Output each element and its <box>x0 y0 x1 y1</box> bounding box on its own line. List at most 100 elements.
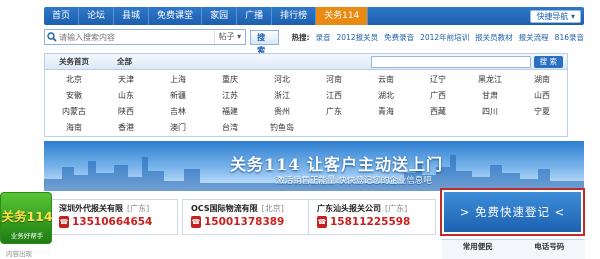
city-link[interactable]: 河北 <box>256 73 308 87</box>
company-location: [广东] <box>385 204 408 213</box>
phone-icon: ☎ <box>191 216 201 228</box>
badge-subtitle: 业务好帮手 <box>10 232 44 240</box>
city-link[interactable]: 西藏 <box>412 105 464 119</box>
city-search-button[interactable]: 搜 索 <box>533 55 563 68</box>
city-panel-bar: 关务首页 全部 搜 索 <box>45 54 567 70</box>
tab-guanwu-home[interactable]: 关务首页 <box>45 56 103 67</box>
city-link[interactable]: 云南 <box>360 73 412 87</box>
company-card[interactable]: 广东汕头报关公司 [广东] ☎ 15811225598 <box>308 199 436 235</box>
company-name-text: OCS国际物流有限 <box>191 204 258 213</box>
search-row: 帖子 ▾ 搜索 热搜: 录音 2012报关员 免费录音 2012年前培训 报关员… <box>44 27 584 55</box>
city-link[interactable]: 河南 <box>308 73 360 87</box>
city-link[interactable]: 安徽 <box>48 89 100 103</box>
city-link[interactable]: 福建 <box>204 105 256 119</box>
phone-number: 13510664654 <box>72 216 153 228</box>
col-phone: 电话号码 <box>534 242 565 251</box>
city-link[interactable]: 广东 <box>308 105 360 119</box>
city-link[interactable]: 湖南 <box>516 73 568 87</box>
city-link[interactable]: 新疆 <box>152 89 204 103</box>
search-button[interactable]: 搜索 <box>250 29 280 55</box>
company-name-text: 深圳外代报关有限 <box>59 204 123 213</box>
phone-icon: ☎ <box>317 216 327 228</box>
city-link[interactable]: 湖北 <box>360 89 412 103</box>
search-icon <box>45 30 59 44</box>
hot-word[interactable]: 报关流程 <box>519 32 549 43</box>
city-link[interactable]: 四川 <box>464 105 516 119</box>
register-highlight: > 免费快速登记 < <box>440 188 585 236</box>
company-location: [广东] <box>127 204 150 213</box>
city-link[interactable]: 上海 <box>152 73 204 87</box>
promo-banner[interactable]: 关务114 让客户主动送上门 激活销售正能量 快快登记您的企业信息吧 <box>44 141 584 191</box>
search-type-label: 帖子 <box>218 32 235 41</box>
company-name: 广东汕头报关公司 [广东] <box>317 203 407 214</box>
city-link[interactable]: 江苏 <box>204 89 256 103</box>
city-panel: 关务首页 全部 搜 索 北京 天津 上海 重庆 河北 河南 云南 辽宁 黑龙江 湖南 安徽 山东 新疆江… <box>44 53 568 137</box>
nav-home-garden[interactable]: 家园 <box>202 7 238 25</box>
quick-nav-label: 快捷导航 <box>536 11 569 21</box>
city-link[interactable]: 台湾 <box>204 121 256 135</box>
company-phone: ☎ 15001378389 <box>191 216 284 228</box>
city-link[interactable]: 重庆 <box>204 73 256 87</box>
company-name: 深圳外代报关有限 [广东] <box>59 203 149 214</box>
free-register-button[interactable]: > 免费快速登记 < <box>444 192 581 232</box>
city-link[interactable]: 宁夏 <box>516 105 568 119</box>
banner-title: 关务114 让客户主动送上门 <box>230 155 443 174</box>
city-link[interactable]: 海南 <box>48 121 100 135</box>
search-box: 帖子 ▾ <box>44 29 247 45</box>
company-phone: ☎ 15811225598 <box>317 216 410 228</box>
city-link[interactable]: 甘肃 <box>464 89 516 103</box>
hot-words: 热搜: 录音 2012报关员 免费录音 2012年前培训 报关员教材 报关流程 … <box>291 32 584 43</box>
company-card[interactable]: OCS国际物流有限 [北京] ☎ 15001378389 <box>182 199 310 235</box>
company-name: OCS国际物流有限 [北京] <box>191 203 284 214</box>
phone-number: 15811225598 <box>330 216 411 228</box>
service-table-header: 常用便民 电话号码 <box>442 239 585 259</box>
search-input[interactable] <box>59 30 214 44</box>
hot-word[interactable]: 2012报关员 <box>336 32 378 43</box>
city-link[interactable]: 山东 <box>100 89 152 103</box>
city-link[interactable]: 浙江 <box>256 89 308 103</box>
nav-county[interactable]: 县城 <box>114 7 150 25</box>
nav-broadcast[interactable]: 广播 <box>237 7 273 25</box>
company-name-text: 广东汕头报关公司 <box>317 204 381 213</box>
city-link[interactable]: 青海 <box>360 105 412 119</box>
top-nav: 首页 论坛 县城 免费课堂 家园 广播 排行榜 关务114 快捷导航 ▾ <box>44 7 584 25</box>
company-phone: ☎ 13510664654 <box>59 216 152 228</box>
city-link[interactable]: 陕西 <box>100 105 152 119</box>
company-card[interactable]: 深圳外代报关有限 [广东] ☎ 13510664654 <box>50 199 178 235</box>
city-link[interactable]: 贵州 <box>256 105 308 119</box>
city-link[interactable]: 北京 <box>48 73 100 87</box>
phone-icon: ☎ <box>59 216 69 228</box>
guanwu114-badge[interactable]: 关务114 业务好帮手 <box>0 192 53 244</box>
city-link[interactable]: 辽宁 <box>412 73 464 87</box>
quick-nav-button[interactable]: 快捷导航 ▾ <box>530 9 581 23</box>
footer-text: 内容出现 <box>6 250 32 258</box>
city-link[interactable]: 内蒙古 <box>48 105 100 119</box>
nav-home[interactable]: 首页 <box>44 7 80 25</box>
nav-free-class[interactable]: 免费课堂 <box>149 7 203 25</box>
hot-word[interactable]: 816录音 <box>555 32 584 43</box>
city-link[interactable]: 香港 <box>100 121 152 135</box>
city-link[interactable]: 广西 <box>412 89 464 103</box>
hot-word[interactable]: 录音 <box>315 32 330 43</box>
tab-all[interactable]: 全部 <box>103 56 146 67</box>
nav-ranking[interactable]: 排行榜 <box>272 7 317 25</box>
city-link[interactable]: 澳门 <box>152 121 204 135</box>
city-link[interactable]: 黑龙江 <box>464 73 516 87</box>
city-link[interactable]: 山西 <box>516 89 568 103</box>
nav-guanwu114[interactable]: 关务114 <box>316 7 369 25</box>
city-link[interactable]: 钓鱼岛 <box>256 121 308 135</box>
city-link[interactable]: 吉林 <box>152 105 204 119</box>
city-link[interactable]: 江西 <box>308 89 360 103</box>
city-link[interactable]: 天津 <box>100 73 152 87</box>
search-type-select[interactable]: 帖子 ▾ <box>213 30 246 44</box>
hot-word[interactable]: 免费录音 <box>384 32 414 43</box>
nav-forum[interactable]: 论坛 <box>79 7 115 25</box>
company-location: [北京] <box>261 204 284 213</box>
hot-word[interactable]: 报关员教材 <box>475 32 513 43</box>
hot-word[interactable]: 2012年前培训 <box>420 32 469 43</box>
hot-label: 热搜: <box>291 32 310 42</box>
col-common-services: 常用便民 <box>462 242 493 251</box>
banner-subtitle: 激活销售正能量 快快登记您的企业信息吧 <box>276 176 432 186</box>
city-grid: 北京 天津 上海 重庆 河北 河南 云南 辽宁 黑龙江 湖南安徽 山东 新疆 江苏 浙江 江西 湖北 广西 甘肃山… <box>45 70 567 135</box>
city-search-input[interactable] <box>370 55 531 68</box>
